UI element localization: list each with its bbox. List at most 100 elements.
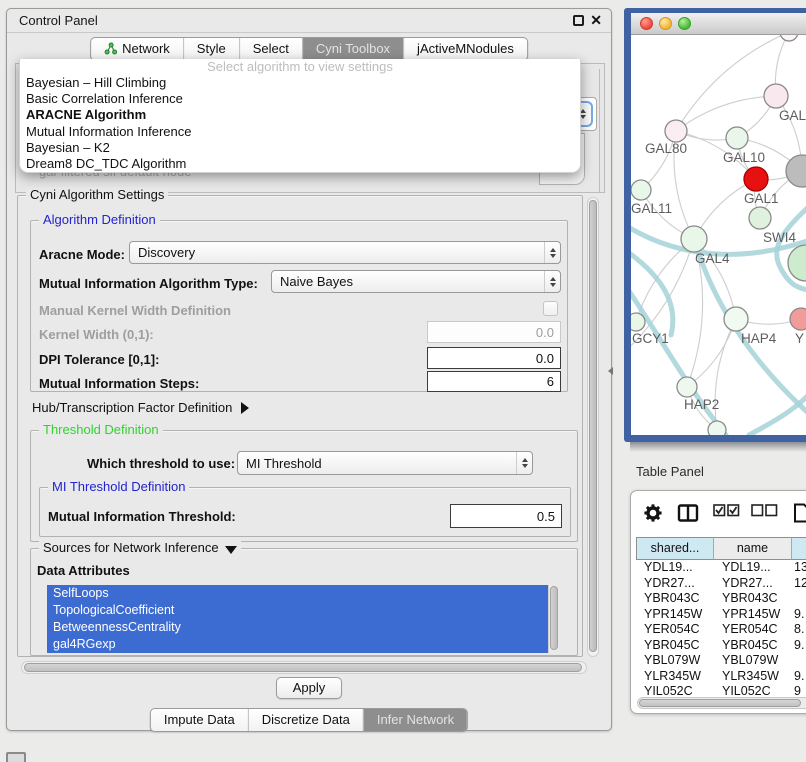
table-row[interactable]: YBL079WYBL079W: [636, 653, 806, 669]
scrollbar-thumb[interactable]: [589, 200, 597, 652]
scrollbar-thumb[interactable]: [639, 699, 801, 707]
network-node-hap4[interactable]: [724, 307, 748, 331]
table-cell: YPR145W: [636, 607, 714, 623]
table-row[interactable]: YIL052CYIL052C9: [636, 684, 806, 695]
network-canvas[interactable]: GALGAL80GAL10GAL1GAL11SWI4GAL4HAP4YHAP2G…: [631, 35, 806, 435]
page-icon[interactable]: [793, 503, 806, 526]
network-node-y[interactable]: [790, 308, 806, 330]
deselect-all-icon[interactable]: [751, 503, 778, 521]
algorithm-definition-legend: Algorithm Definition: [39, 212, 160, 227]
network-node-swi4[interactable]: [749, 207, 771, 229]
network-node-gal[interactable]: [764, 84, 788, 108]
apply-button[interactable]: Apply: [276, 677, 342, 699]
table-row[interactable]: YPR145WYPR145W9.: [636, 607, 806, 623]
tab-network[interactable]: Network: [91, 38, 183, 60]
scrollbar-thumb[interactable]: [24, 663, 582, 672]
aracne-mode-combo[interactable]: Discovery: [129, 241, 561, 264]
data-attribute-item[interactable]: BetweennessCentrality: [47, 619, 559, 636]
algorithm-option[interactable]: Bayesian – Hill Climbing: [20, 75, 580, 91]
scrollbar-thumb[interactable]: [550, 586, 558, 650]
network-node-gal11[interactable]: [631, 180, 651, 200]
algorithm-option[interactable]: Bayesian – K2: [20, 140, 580, 156]
network-node-label: HAP2: [684, 397, 719, 412]
data-attribute-item[interactable]: TopologicalCoefficient: [47, 602, 559, 619]
dpi-tolerance-label: DPI Tolerance [0,1]:: [39, 352, 159, 367]
mi-steps-label: Mutual Information Steps:: [39, 376, 199, 391]
column-header[interactable]: shared...: [636, 537, 714, 560]
table-row[interactable]: YDL19...YDL19...13: [636, 560, 806, 576]
network-node[interactable]: [708, 421, 726, 435]
control-panel-window: Control Panel ✕ gal-filtered sif default…: [6, 8, 612, 731]
mi-steps-field[interactable]: [427, 371, 561, 392]
mi-threshold-legend: MI Threshold Definition: [48, 479, 189, 494]
combo-stepper-icon[interactable]: [544, 271, 560, 292]
table-cell: YPR145W: [714, 607, 792, 623]
network-node-gal80[interactable]: [665, 120, 687, 142]
combo-stepper-icon[interactable]: [544, 242, 560, 263]
settings-horizontal-scrollbar[interactable]: [21, 661, 587, 674]
zoom-traffic-light-icon[interactable]: [678, 17, 691, 30]
column-header[interactable]: name: [714, 537, 792, 560]
settings-vertical-scrollbar[interactable]: [587, 197, 599, 657]
table-row[interactable]: YLR345WYLR345W9.: [636, 669, 806, 685]
tab-cyni-toolbox[interactable]: Cyni Toolbox: [302, 38, 403, 60]
algorithm-option[interactable]: ARACNE Algorithm: [20, 107, 580, 123]
tab-select[interactable]: Select: [239, 38, 302, 60]
table-row[interactable]: YBR043CYBR043C: [636, 591, 806, 607]
dpi-tolerance-field[interactable]: [427, 347, 561, 369]
gear-icon[interactable]: [643, 503, 663, 526]
network-node[interactable]: [788, 245, 806, 281]
network-node-gal4[interactable]: [681, 226, 707, 252]
minimize-traffic-light-icon[interactable]: [659, 17, 672, 30]
tab-impute-data[interactable]: Impute Data: [151, 709, 248, 731]
algorithm-option[interactable]: Dream8 DC_TDC Algorithm: [20, 156, 580, 172]
tab-infer-network[interactable]: Infer Network: [363, 709, 467, 731]
table-cell: 8.: [792, 622, 806, 638]
tab-discretize-data[interactable]: Discretize Data: [248, 709, 363, 731]
table-row[interactable]: YER054CYER054C8.: [636, 622, 806, 638]
table-cell: YIL052C: [714, 684, 792, 695]
sources-legend-text: Sources for Network Inference: [43, 540, 219, 555]
panel-splitter-arrow[interactable]: [608, 367, 613, 375]
network-node[interactable]: [631, 313, 645, 331]
network-node-label: Y: [795, 331, 804, 346]
table-row[interactable]: YBR045CYBR045C9.: [636, 638, 806, 654]
network-window-titlebar[interactable]: [631, 13, 806, 35]
hub-section-toggle[interactable]: Hub/Transcription Factor Definition: [32, 400, 249, 415]
table-panel-title: Table Panel: [636, 464, 704, 479]
combo-stepper-icon[interactable]: [516, 452, 532, 474]
network-node[interactable]: [780, 35, 798, 41]
select-all-icon[interactable]: [713, 503, 740, 521]
data-attribute-item[interactable]: SelfLoops: [47, 585, 559, 602]
column-header[interactable]: [792, 537, 806, 560]
data-attribute-item[interactable]: gal4RGexp: [47, 636, 559, 653]
network-edge: [715, 319, 736, 430]
mi-type-combo[interactable]: Naive Bayes: [271, 270, 561, 293]
tab-jactivemnodules[interactable]: jActiveMNodules: [403, 38, 527, 60]
close-traffic-light-icon[interactable]: [640, 17, 653, 30]
tab-label: Infer Network: [377, 712, 454, 727]
network-window[interactable]: GALGAL80GAL10GAL1GAL11SWI4GAL4HAP4YHAP2G…: [624, 8, 806, 442]
tab-label: Select: [253, 41, 289, 56]
attributes-scrollbar[interactable]: [548, 585, 559, 653]
table-cell: YER054C: [714, 622, 792, 638]
algorithm-option[interactable]: Mutual Information Inference: [20, 124, 580, 140]
table-horizontal-scrollbar[interactable]: [637, 697, 806, 709]
table-cell: YBR045C: [714, 638, 792, 654]
mi-threshold-field[interactable]: [450, 504, 562, 528]
algorithm-option[interactable]: Basic Correlation Inference: [20, 91, 580, 107]
split-columns-icon[interactable]: [677, 503, 699, 526]
network-node-gal1[interactable]: [744, 167, 768, 191]
network-node-gal10[interactable]: [726, 127, 748, 149]
network-window-inner: GALGAL80GAL10GAL1GAL11SWI4GAL4HAP4YHAP2G…: [631, 13, 806, 435]
which-threshold-combo[interactable]: MI Threshold: [237, 451, 533, 475]
float-window-icon[interactable]: [573, 15, 584, 26]
threshold-definition-group: Threshold Definition Which threshold to …: [30, 430, 578, 542]
table-row[interactable]: YDR27...YDR27...12: [636, 576, 806, 592]
close-icon[interactable]: ✕: [590, 12, 602, 29]
tab-style[interactable]: Style: [183, 38, 239, 60]
table-cell: YBR043C: [636, 591, 714, 607]
collapsed-panel-icon[interactable]: [6, 752, 26, 762]
collapse-down-icon[interactable]: [225, 546, 237, 554]
network-node-hap2[interactable]: [677, 377, 697, 397]
